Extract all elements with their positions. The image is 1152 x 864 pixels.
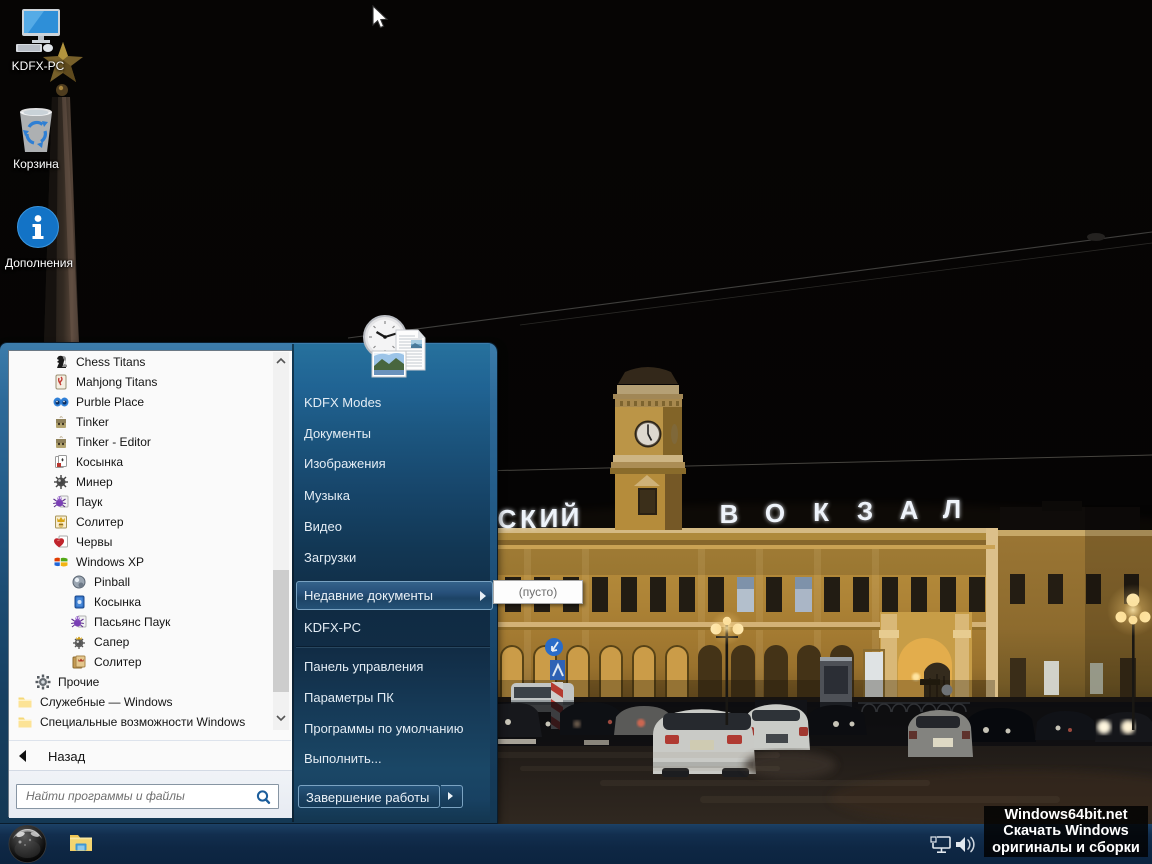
svg-text:Л: Л	[943, 494, 961, 524]
svg-text:А: А	[900, 495, 919, 525]
svg-text:Й: Й	[561, 502, 580, 532]
svg-text:К: К	[813, 497, 829, 527]
svg-text:О: О	[765, 498, 785, 528]
svg-text:В: В	[720, 499, 739, 529]
svg-text:С: С	[498, 504, 517, 534]
svg-text:К: К	[520, 504, 536, 534]
svg-text:З: З	[857, 496, 873, 526]
svg-text:И: И	[540, 503, 559, 533]
